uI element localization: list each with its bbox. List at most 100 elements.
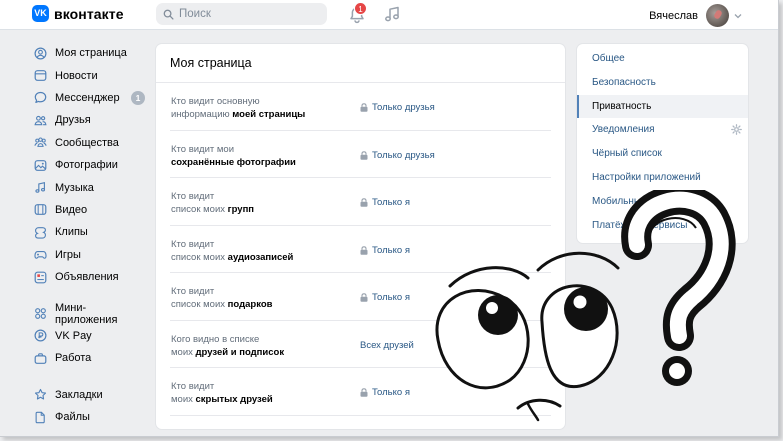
settings-menu-item[interactable]: Платёжные сервисы [577,214,748,238]
privacy-row: Кто видит моих скрытых друзей Только я [170,368,551,416]
clips-icon [35,226,46,239]
settings-menu-item[interactable]: Приватность [577,94,748,119]
nav-item-vk-pay[interactable]: VK Pay [34,325,146,347]
nav-label: Музыка [55,181,94,194]
nav-item-clips[interactable]: Клипы [34,221,146,243]
nav-item-files[interactable]: Файлы [34,406,146,428]
nav-item-photos[interactable]: Фотографии [34,154,146,176]
privacy-value-dropdown[interactable]: Только я [360,197,410,208]
privacy-row-label: Кого видно в списке моих друзей и подписо… [171,333,351,359]
privacy-value-dropdown[interactable]: Только друзья [360,102,435,113]
privacy-value-text: Всех друзей [360,339,414,351]
privacy-value-text: Только друзья [372,102,435,113]
privacy-value-text: Только друзья [372,149,435,161]
nav-item-my-page[interactable]: Моя страница [34,42,146,64]
file-icon [35,411,45,423]
nav-item-classifieds[interactable]: Объявления [34,266,146,288]
chevron-down-icon [734,13,742,18]
privacy-row-line2: список моих [171,299,228,310]
gamepad-icon [34,251,47,259]
nav-item-friends[interactable]: Друзья [34,109,146,131]
nav-item-games[interactable]: Игры [34,244,146,266]
nav-item-mini-apps[interactable]: Мини-приложения [34,301,146,326]
nav-item-video[interactable]: Видео [34,199,146,221]
settings-menu-label: Уведомления [592,124,655,136]
privacy-row: Кто видит список моих аудиозаписей Только … [170,226,551,273]
privacy-row-line2: список моих [171,251,228,263]
settings-menu-label: Настройки приложений [592,171,701,183]
nav-label: VK Pay [55,329,92,342]
nav-item-messenger[interactable]: Мессенджер 1 [34,87,146,109]
photo-icon [34,159,47,171]
music-note-icon [35,182,46,193]
privacy-value-dropdown[interactable]: Только я [360,387,410,398]
nav-label: Игры [55,248,81,261]
nav-label: Закладки [55,388,103,401]
privacy-row-label: Кто видит список моих аудиозаписей [171,238,351,264]
privacy-value-dropdown[interactable]: Всех друзей [360,340,414,351]
privacy-value-dropdown[interactable]: Только я [360,245,410,256]
briefcase-icon [34,352,47,364]
lock-icon [360,245,368,255]
settings-menu-item[interactable]: Безопасность [577,71,748,95]
nav-label: Моя страница [55,47,127,60]
communities-icon [34,137,47,148]
settings-menu: Общее Безопасность Приватность Уведомления Ч… [577,44,748,243]
nav-label: Объявления [55,271,119,284]
settings-menu-item[interactable]: Чёрный список [577,142,748,166]
news-icon [34,70,47,82]
nav-item-bookmarks[interactable]: Закладки [34,383,146,405]
settings-menu-item[interactable]: Общее [577,47,748,71]
nav-item-work[interactable]: Работа [34,347,146,369]
vk-window: VK вконтакте 1 Вячеслав [0,0,779,437]
vk-logo[interactable]: VK вконтакте [32,5,124,22]
privacy-row-line1: Кто видит [171,191,215,202]
privacy-value-text: Только я [372,244,410,256]
video-icon [34,204,47,216]
privacy-value-dropdown[interactable]: Только друзья [360,150,435,161]
nav-label: Клипы [55,226,88,239]
user-circle-icon [34,47,47,60]
privacy-row-label: Кто видит моих скрытых друзей [171,380,351,406]
privacy-row: Кто видит список моих подарков Только я [170,273,551,321]
search-box[interactable] [156,3,327,25]
messenger-badge: 1 [131,90,145,105]
privacy-row-line1: Кто видит [171,286,215,297]
privacy-row-line2: список моих [171,204,228,215]
nav-item-news[interactable]: Новости [34,64,146,86]
privacy-value-text: Только я [372,292,410,303]
nav-item-communities[interactable]: Сообщества [34,132,146,154]
vkpay-icon [34,329,47,342]
user-menu[interactable]: Вячеслав [649,4,742,27]
lock-icon [360,388,368,397]
privacy-row-subject: групп [227,204,255,215]
settings-menu-item[interactable]: Уведомления [577,118,748,142]
privacy-row-subject: сохранённые фотографии [171,156,296,168]
settings-menu-item[interactable]: Настройки приложений [577,166,748,190]
privacy-value-dropdown[interactable]: Только я [360,292,410,303]
music-icon[interactable] [383,5,401,23]
privacy-row-label: Кто видит основную информацию моей страни… [171,95,351,121]
nav-item-music[interactable]: Музыка [34,176,146,198]
classifieds-icon [34,271,47,283]
nav-label: Мессенджер [55,91,120,104]
message-icon [34,92,47,104]
privacy-value-text: Только я [372,387,410,398]
nav-label: Сообщества [55,136,119,149]
search-input[interactable] [179,8,319,20]
settings-menu-item[interactable]: Мобильные сервисы [577,190,748,214]
notification-badge: 1 [354,2,367,15]
privacy-value-text: Только я [372,197,410,208]
settings-menu-label: Платёжные сервисы [592,219,688,231]
privacy-row-subject: моей страницы [232,109,306,120]
nav-separator [34,288,146,302]
section-title: Моя страница [156,44,565,83]
lock-icon [360,198,368,207]
gear-icon[interactable] [731,124,742,136]
privacy-row-label: Кто видит список моих подарков [171,285,351,311]
nav-label: Мини-приложения [55,301,118,326]
top-bar: VK вконтакте 1 Вячеслав [0,0,778,30]
privacy-row-line1: Кто видит [171,238,215,250]
user-name: Вячеслав [649,9,698,22]
privacy-row: Кто видит основную информацию моей страни… [170,83,551,131]
